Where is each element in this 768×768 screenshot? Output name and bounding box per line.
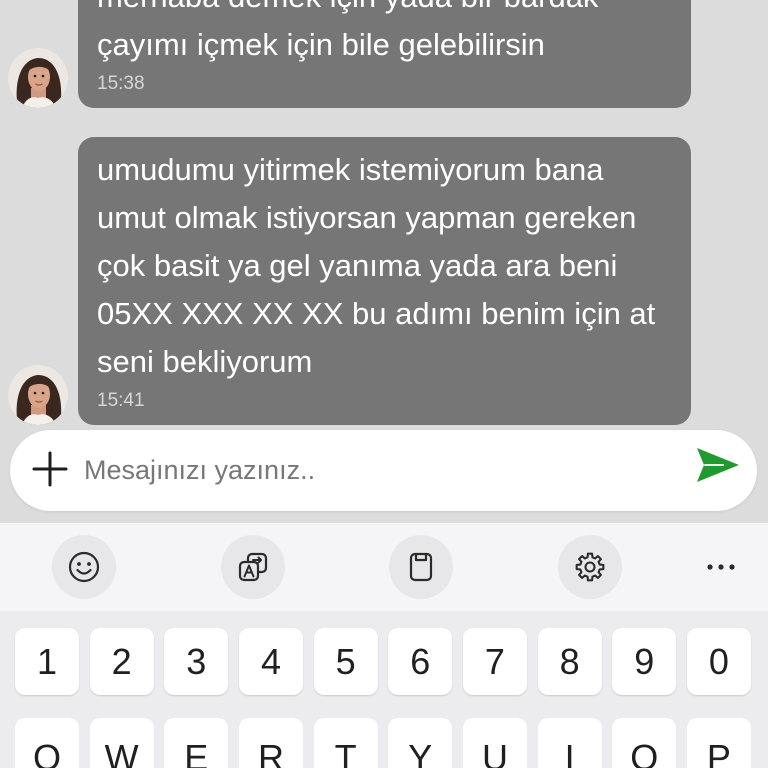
avatar-photo <box>8 365 68 425</box>
message-line: çayımı içmek için bile gelebilirsin <box>97 27 545 62</box>
key-label: T <box>334 740 357 768</box>
key-w[interactable]: W <box>89 718 154 768</box>
more-button[interactable] <box>701 535 741 599</box>
more-icon <box>707 564 735 570</box>
letter-row: Q W E R T Y U I O P <box>15 718 751 768</box>
message-line: 05XX XXX XX XX bu adımı benim için at <box>97 296 656 331</box>
key-u[interactable]: U <box>462 718 527 768</box>
key-7[interactable]: 7 <box>462 628 527 695</box>
key-3[interactable]: 3 <box>164 628 229 695</box>
send-icon <box>697 448 739 482</box>
key-label: U <box>481 740 508 768</box>
key-2[interactable]: 2 <box>89 628 154 695</box>
key-8[interactable]: 8 <box>537 628 602 695</box>
message-line: umut olmak istiyorsan yapman gereken <box>97 200 637 235</box>
send-button[interactable] <box>696 447 740 483</box>
message-time: 15:41 <box>97 390 145 411</box>
key-label: P <box>706 740 731 768</box>
keyboard: 1 2 3 4 5 6 7 8 9 0 Q W E R T Y U I O P <box>0 523 768 768</box>
gear-icon <box>575 552 605 582</box>
message-line: merhaba demek için yada bir bardak <box>97 0 671 21</box>
key-label: E <box>184 740 209 768</box>
avatar-photo <box>8 48 68 108</box>
message-bubble: umudumu yitirmek istemiyorum bana umut o… <box>78 137 691 425</box>
key-6[interactable]: 6 <box>388 628 453 695</box>
key-o[interactable]: O <box>612 718 677 768</box>
message-composer <box>10 430 757 511</box>
key-y[interactable]: Y <box>388 718 453 768</box>
message-time: 15:38 <box>97 73 145 94</box>
key-0[interactable]: 0 <box>686 628 751 695</box>
key-5[interactable]: 5 <box>313 628 378 695</box>
key-4[interactable]: 4 <box>238 628 303 695</box>
key-9[interactable]: 9 <box>612 628 677 695</box>
plus-icon <box>32 451 68 487</box>
message-line: çok basit ya gel yanıma yada ara beni <box>97 248 618 283</box>
keyboard-toolbar <box>0 523 768 611</box>
key-e[interactable]: E <box>164 718 229 768</box>
key-i[interactable]: I <box>537 718 602 768</box>
avatar[interactable] <box>8 48 68 108</box>
clipboard-icon <box>409 552 433 582</box>
chat-area[interactable]: merhaba demek için yada bir bardak çayım… <box>0 0 768 523</box>
key-p[interactable]: P <box>686 718 751 768</box>
message-input[interactable] <box>84 430 674 511</box>
message-line: umudumu yitirmek istemiyorum bana <box>97 152 604 187</box>
key-label: Q <box>32 740 61 768</box>
attach-button[interactable] <box>31 450 69 488</box>
translate-button[interactable] <box>221 535 285 599</box>
key-label: Y <box>408 740 433 768</box>
key-label: O <box>630 740 659 768</box>
translate-icon <box>238 552 268 582</box>
key-1[interactable]: 1 <box>15 628 79 695</box>
key-label: I <box>564 740 575 768</box>
key-q[interactable]: Q <box>15 718 79 768</box>
settings-button[interactable] <box>558 535 622 599</box>
emoji-button[interactable] <box>52 535 116 599</box>
message-line: seni bekliyorum <box>97 344 313 379</box>
avatar[interactable] <box>8 365 68 425</box>
message-bubble: merhaba demek için yada bir bardak çayım… <box>78 0 691 108</box>
clipboard-button[interactable] <box>389 535 453 599</box>
key-r[interactable]: R <box>238 718 303 768</box>
emoji-icon <box>68 551 100 583</box>
number-row: 1 2 3 4 5 6 7 8 9 0 <box>15 628 751 695</box>
key-label: R <box>257 740 284 768</box>
key-t[interactable]: T <box>313 718 378 768</box>
key-label: W <box>104 740 139 768</box>
